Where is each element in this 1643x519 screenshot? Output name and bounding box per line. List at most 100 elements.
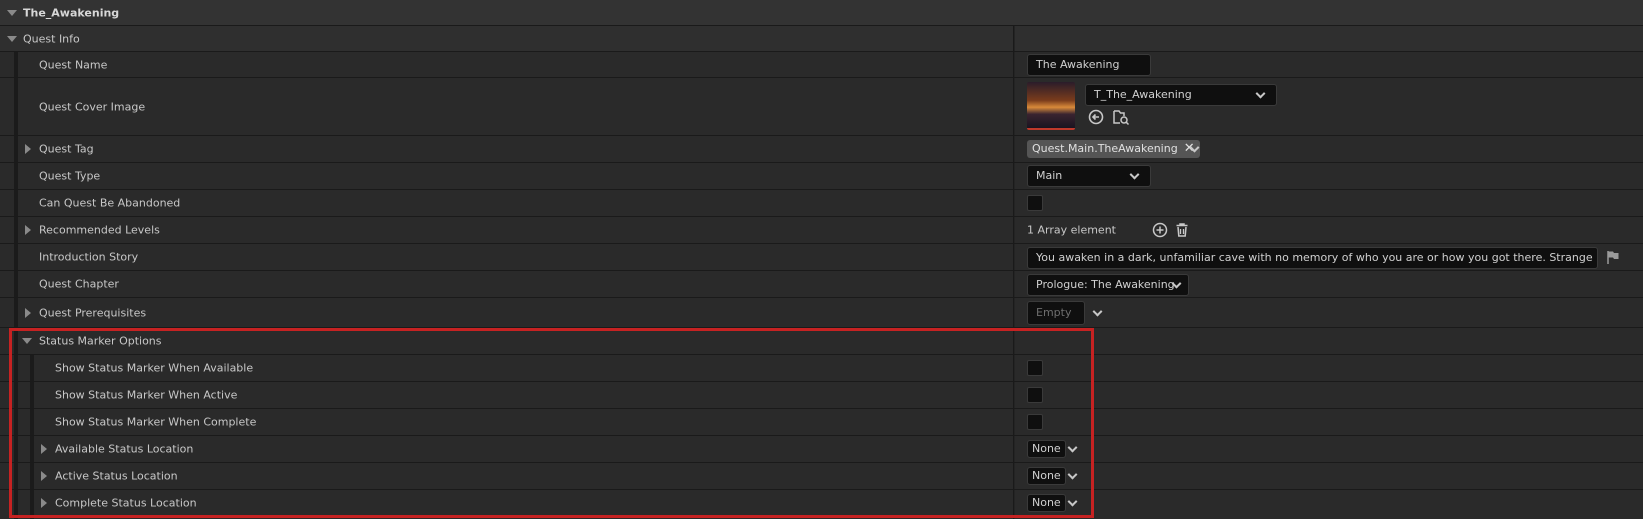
property-row-complete-location[interactable]: Complete Status Location None bbox=[0, 490, 1643, 519]
property-row-quest-chapter: Quest Chapter Prologue: The Awakening bbox=[0, 271, 1643, 298]
property-value-cell: Empty bbox=[1015, 298, 1643, 327]
category-title: The_Awakening bbox=[23, 6, 120, 19]
use-selected-asset-icon[interactable] bbox=[1088, 109, 1104, 128]
property-name-cell: Available Status Location bbox=[0, 436, 1014, 462]
property-name-cell: Complete Status Location bbox=[0, 490, 1014, 519]
browse-asset-icon[interactable] bbox=[1112, 108, 1130, 129]
quest-name-input[interactable]: The Awakening bbox=[1027, 54, 1151, 76]
section-label: Quest Info bbox=[23, 32, 80, 45]
expand-arrow-icon[interactable] bbox=[41, 444, 47, 454]
property-row-active-location[interactable]: Active Status Location None bbox=[0, 463, 1643, 490]
indent-bar bbox=[30, 409, 34, 435]
property-row-show-available: Show Status Marker When Available bbox=[0, 355, 1643, 382]
chevron-down-icon[interactable] bbox=[1067, 496, 1078, 507]
category-header-the-awakening[interactable]: The_Awakening bbox=[0, 0, 1643, 26]
property-label: Quest Type bbox=[39, 169, 101, 183]
chevron-down-icon[interactable] bbox=[1092, 306, 1103, 317]
expand-arrow-icon[interactable] bbox=[25, 307, 31, 318]
category-header-cell: The_Awakening bbox=[0, 0, 1014, 25]
property-value-cell: The Awakening bbox=[1015, 52, 1643, 77]
indent-bar bbox=[14, 78, 18, 135]
section-header-quest-info[interactable]: Quest Info bbox=[0, 26, 1643, 52]
property-label: Show Status Marker When Active bbox=[55, 388, 238, 402]
localization-flag-icon[interactable] bbox=[1605, 249, 1621, 268]
expand-arrow-icon[interactable] bbox=[22, 338, 32, 344]
property-name-cell: Quest Prerequisites bbox=[0, 298, 1014, 327]
property-label: Quest Tag bbox=[39, 142, 94, 156]
texture-asset-picker[interactable]: T_The_Awakening bbox=[1085, 84, 1277, 106]
indent-bar bbox=[14, 244, 18, 270]
indent-bar bbox=[14, 409, 18, 435]
property-row-recommended-levels[interactable]: Recommended Levels 1 Array element bbox=[0, 217, 1643, 244]
property-label: Quest Name bbox=[39, 58, 108, 71]
prerequisites-picker[interactable]: Empty bbox=[1027, 301, 1085, 325]
property-row-quest-prerequisites[interactable]: Quest Prerequisites Empty bbox=[0, 298, 1643, 328]
property-row-quest-cover-image: Quest Cover Image T_The_Awakening bbox=[0, 78, 1643, 136]
property-label: Status Marker Options bbox=[39, 334, 162, 348]
indent-bar bbox=[30, 382, 34, 408]
section-name-cell: Quest Info bbox=[0, 26, 1014, 51]
can-abandon-checkbox[interactable] bbox=[1027, 195, 1043, 211]
expand-arrow-icon[interactable] bbox=[25, 225, 31, 235]
property-name-cell: Quest Name bbox=[0, 52, 1014, 77]
property-value-cell: None bbox=[1015, 436, 1643, 462]
available-location-value[interactable]: None bbox=[1027, 440, 1066, 458]
tag-text: Quest.Main.TheAwakening bbox=[1032, 142, 1178, 155]
property-name-cell: Show Status Marker When Active bbox=[0, 382, 1014, 408]
indent-bar bbox=[14, 355, 18, 381]
expand-arrow-icon[interactable] bbox=[25, 144, 31, 154]
property-row-quest-tag[interactable]: Quest Tag Quest.Main.TheAwakening ✕ bbox=[0, 136, 1643, 163]
property-name-cell: Show Status Marker When Available bbox=[0, 355, 1014, 381]
trash-icon[interactable] bbox=[1174, 222, 1190, 241]
show-when-active-checkbox[interactable] bbox=[1027, 387, 1043, 403]
asset-name: T_The_Awakening bbox=[1094, 88, 1192, 101]
indent-bar bbox=[14, 190, 18, 216]
property-row-available-location[interactable]: Available Status Location None bbox=[0, 436, 1643, 463]
complete-location-value[interactable]: None bbox=[1027, 494, 1066, 512]
chevron-down-icon bbox=[1129, 169, 1140, 180]
cover-image-thumbnail[interactable] bbox=[1027, 82, 1075, 130]
property-label: Recommended Levels bbox=[39, 223, 160, 237]
indent-bar bbox=[30, 463, 34, 489]
expand-arrow-icon[interactable] bbox=[7, 9, 17, 16]
gameplay-tag-chip[interactable]: Quest.Main.TheAwakening ✕ bbox=[1027, 140, 1200, 158]
active-location-value[interactable]: None bbox=[1027, 467, 1066, 485]
add-element-icon[interactable] bbox=[1152, 222, 1168, 241]
introduction-story-input[interactable]: You awaken in a dark, unfamiliar cave wi… bbox=[1027, 247, 1598, 269]
picker-placeholder: Empty bbox=[1036, 306, 1072, 319]
expand-arrow-icon[interactable] bbox=[7, 35, 17, 42]
property-name-cell: Quest Tag bbox=[0, 136, 1014, 162]
property-label: Quest Cover Image bbox=[39, 100, 146, 113]
property-value-cell: None bbox=[1015, 490, 1643, 519]
property-label: Introduction Story bbox=[39, 250, 139, 264]
property-label: Show Status Marker When Complete bbox=[55, 415, 257, 429]
property-value-cell: Quest.Main.TheAwakening ✕ bbox=[1015, 136, 1643, 162]
property-value-cell: Prologue: The Awakening bbox=[1015, 271, 1643, 297]
property-label: Complete Status Location bbox=[55, 496, 197, 510]
expand-arrow-icon[interactable] bbox=[41, 498, 47, 508]
subsection-header-status-marker-options[interactable]: Status Marker Options bbox=[0, 328, 1643, 355]
property-name-cell: Quest Type bbox=[0, 163, 1014, 189]
property-name-cell: Can Quest Be Abandoned bbox=[0, 190, 1014, 216]
property-name-cell: Quest Chapter bbox=[0, 271, 1014, 297]
indent-bar bbox=[30, 355, 34, 381]
chevron-down-icon[interactable] bbox=[1067, 442, 1078, 453]
category-header-value bbox=[1015, 0, 1643, 25]
property-value-cell bbox=[1015, 409, 1643, 435]
property-label: Available Status Location bbox=[55, 442, 194, 456]
property-value-cell: You awaken in a dark, unfamiliar cave wi… bbox=[1015, 244, 1643, 270]
show-when-complete-checkbox[interactable] bbox=[1027, 414, 1043, 430]
property-label: Quest Prerequisites bbox=[39, 306, 147, 319]
property-value-cell: 1 Array element bbox=[1015, 217, 1643, 243]
indent-bar bbox=[14, 382, 18, 408]
chevron-down-icon[interactable] bbox=[1067, 469, 1078, 480]
show-when-available-checkbox[interactable] bbox=[1027, 360, 1043, 376]
property-row-quest-type: Quest Type Main bbox=[0, 163, 1643, 190]
indent-bar bbox=[14, 271, 18, 297]
quest-chapter-dropdown[interactable]: Prologue: The Awakening bbox=[1027, 274, 1189, 296]
expand-arrow-icon[interactable] bbox=[41, 471, 47, 481]
property-name-cell: Introduction Story bbox=[0, 244, 1014, 270]
quest-type-dropdown[interactable]: Main bbox=[1027, 165, 1151, 187]
property-value-cell bbox=[1015, 355, 1643, 381]
property-name-cell: Active Status Location bbox=[0, 463, 1014, 489]
